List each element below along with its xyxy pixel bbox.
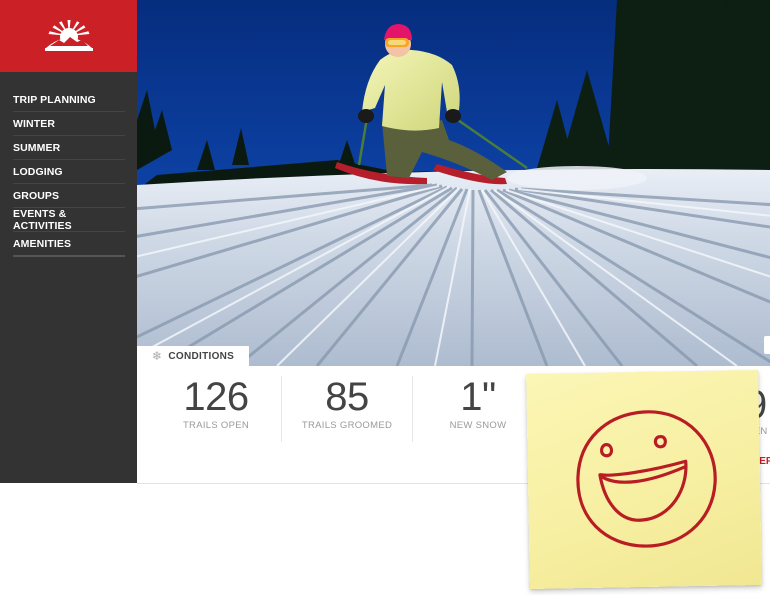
nav-item-lodging[interactable]: LODGING [13, 160, 125, 184]
nav-item-groups[interactable]: GROUPS [13, 184, 125, 208]
sidebar: TRIP PLANNING WINTER SUMMER LODGING GROU… [0, 0, 137, 483]
nav-item-trip-planning[interactable]: TRIP PLANNING [13, 88, 125, 112]
main-nav: TRIP PLANNING WINTER SUMMER LODGING GROU… [13, 88, 125, 257]
snowflake-icon: ❄ [152, 349, 163, 363]
nav-item-amenities[interactable]: AMENITIES [13, 232, 125, 257]
hero-photo [137, 0, 770, 366]
mountain-sun-logo-icon [44, 20, 93, 51]
nav-item-summer[interactable]: SUMMER [13, 136, 125, 160]
stat-value: 126 [183, 375, 249, 419]
stat-trails-groomed: 85 TRAILS GROOMED [275, 374, 419, 442]
stat-label: TRAILS GROOMED [301, 420, 393, 431]
conditions-tab-label: CONDITIONS [168, 350, 235, 362]
skier-on-groomed-slope-photo [137, 0, 770, 366]
smiley-face-icon [576, 410, 717, 548]
hero-next-tab[interactable] [764, 336, 770, 354]
nav-item-winter[interactable]: WINTER [13, 112, 125, 136]
sticky-note [526, 369, 762, 590]
stat-label: TRAILS OPEN [182, 420, 250, 431]
nav-item-events-activities[interactable]: EVENTS & ACTIVITIES [13, 208, 125, 232]
logo[interactable] [0, 0, 137, 72]
stat-trails-open: 126 TRAILS OPEN [144, 374, 288, 442]
stat-value: 85 [325, 375, 369, 419]
conditions-tab[interactable]: ❄ CONDITIONS [137, 346, 249, 366]
